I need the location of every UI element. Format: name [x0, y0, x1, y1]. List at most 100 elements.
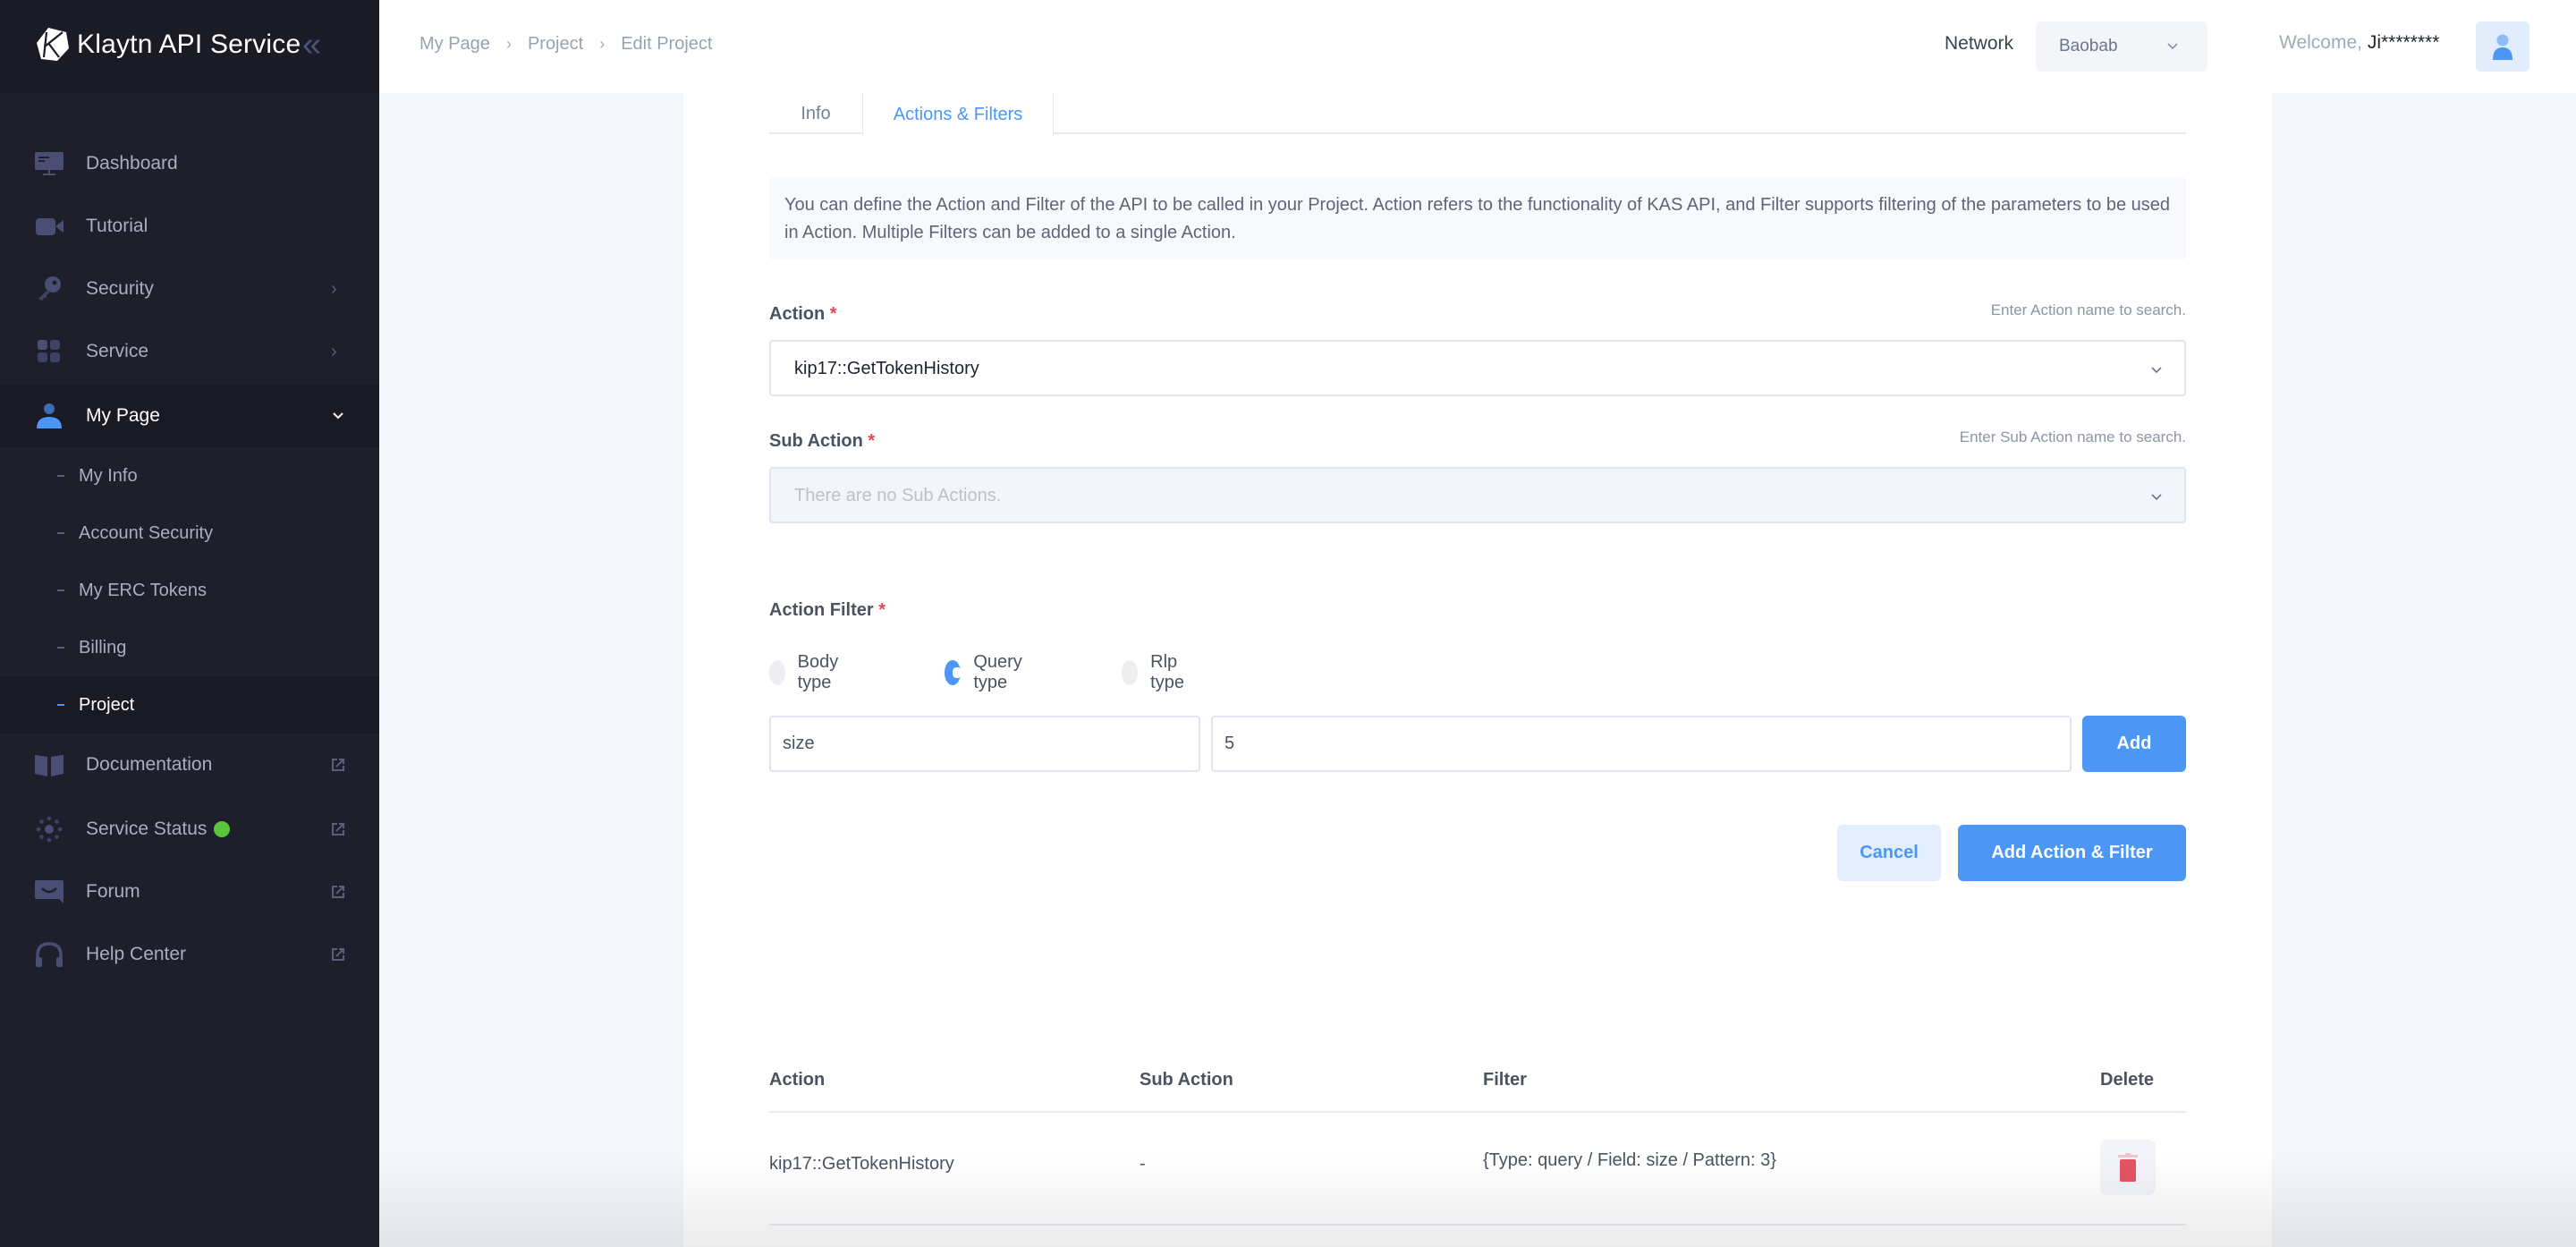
welcome-prefix: Welcome, — [2279, 32, 2362, 53]
chevron-right-icon: › — [331, 342, 337, 361]
sidebar-item-forum[interactable]: Forum — [0, 861, 379, 923]
sidebar-subitem-my-info[interactable]: My Info — [0, 447, 379, 505]
sidebar-item-tutorial[interactable]: Tutorial — [0, 195, 379, 258]
sidebar-item-label: Service Status — [86, 819, 208, 839]
sidebar-item-label: Forum — [86, 881, 140, 902]
headphones-icon — [36, 942, 63, 967]
sidebar-item-help-center[interactable]: Help Center — [0, 923, 379, 986]
column-header-action: Action — [769, 1070, 826, 1090]
user-icon — [37, 403, 62, 428]
breadcrumb: My Page › Project › Edit Project — [419, 34, 712, 55]
action-hint: Enter Action name to search. — [1990, 301, 2186, 318]
action-select[interactable]: kip17::GetTokenHistory — [769, 340, 2186, 396]
sidebar-item-label: Help Center — [86, 944, 187, 964]
top-header: My Page › Project › Edit Project Network… — [379, 0, 2576, 93]
sidebar-subitem-account-security[interactable]: Account Security — [0, 505, 379, 562]
breadcrumb-edit-project: Edit Project — [621, 34, 713, 54]
sidebar: Klaytn API Service « Dashboard Tutorial … — [0, 0, 379, 1247]
trash-icon — [2118, 1153, 2138, 1182]
sidebar-subitem-project[interactable]: Project — [0, 676, 379, 734]
sidebar-item-my-page[interactable]: My Page — [0, 385, 379, 447]
sun-status-icon — [36, 816, 63, 843]
sidebar-item-label: Service — [86, 341, 149, 361]
column-header-sub-action: Sub Action — [1140, 1070, 1233, 1090]
sub-action-hint: Enter Sub Action name to search. — [1959, 428, 2186, 445]
table-header-divider — [769, 1111, 2186, 1113]
sidebar-subitem-my-erc-tokens[interactable]: My ERC Tokens — [0, 562, 379, 619]
sidebar-subitem-label: My Info — [79, 465, 138, 486]
cancel-button[interactable]: Cancel — [1837, 825, 1941, 881]
chevron-right-icon: › — [505, 35, 512, 53]
tab-actions-filters[interactable]: Actions & Filters — [862, 93, 1054, 136]
dash-icon — [57, 704, 64, 706]
logo-bar: Klaytn API Service « — [0, 0, 379, 93]
external-link-icon — [332, 823, 344, 836]
external-link-icon — [332, 886, 344, 898]
radio-rlp-type[interactable]: Rlp type — [1122, 652, 1193, 692]
dash-icon — [57, 590, 64, 591]
sidebar-subitem-billing[interactable]: Billing — [0, 619, 379, 676]
required-marker: * — [829, 304, 837, 324]
sidebar-subitem-label: Project — [79, 694, 135, 715]
sidebar-item-documentation[interactable]: Documentation — [0, 734, 379, 796]
cell-filter: {Type: query / Field: size / Pattern: 3} — [1483, 1150, 1776, 1170]
sidebar-item-security[interactable]: Security › — [0, 258, 379, 320]
dash-icon — [57, 647, 64, 649]
edit-project-card: Info Actions & Filters You can define th… — [683, 93, 2272, 1247]
external-link-icon — [332, 948, 344, 961]
sidebar-item-label: Tutorial — [86, 216, 148, 236]
breadcrumb-project[interactable]: Project — [528, 34, 583, 55]
sub-action-label: Sub Action * — [769, 431, 875, 452]
radio-label: Body type — [797, 652, 839, 692]
delete-row-button[interactable] — [2100, 1140, 2156, 1195]
sidebar-item-label: Dashboard — [86, 153, 178, 174]
column-header-delete: Delete — [2100, 1070, 2155, 1090]
status-ok-indicator — [214, 821, 230, 837]
network-value: Baobab — [2059, 37, 2118, 55]
required-marker: * — [878, 600, 886, 620]
sidebar-item-label: Security — [86, 278, 154, 299]
collapse-sidebar-icon[interactable]: « — [302, 28, 329, 62]
filter-field-input[interactable] — [769, 716, 1200, 772]
chevron-right-icon: › — [599, 35, 606, 53]
user-icon — [2493, 34, 2512, 60]
external-link-icon — [332, 759, 344, 771]
add-action-filter-button[interactable]: Add Action & Filter — [1958, 825, 2186, 881]
cell-action: kip17::GetTokenHistory — [769, 1154, 954, 1174]
filter-pattern-input[interactable] — [1211, 716, 2072, 772]
sidebar-item-service-status[interactable]: Service Status — [0, 798, 379, 861]
sidebar-item-dashboard[interactable]: Dashboard — [0, 132, 379, 195]
klaytn-logo-icon — [37, 28, 69, 61]
network-select[interactable]: Baobab — [2036, 21, 2207, 72]
chevron-down-icon — [2151, 367, 2162, 374]
cell-sub-action: - — [1140, 1154, 1146, 1174]
radio-checked-icon — [945, 660, 962, 685]
radio-query-type[interactable]: Query type — [945, 652, 1030, 692]
network-label: Network — [1945, 33, 2014, 54]
sidebar-subitem-label: Billing — [79, 637, 127, 657]
sub-action-placeholder: There are no Sub Actions. — [794, 486, 1002, 505]
sidebar-item-label: Documentation — [86, 754, 213, 775]
action-filter-label: Action Filter * — [769, 600, 886, 621]
sub-action-select[interactable]: There are no Sub Actions. — [769, 467, 2186, 523]
table-row-divider — [769, 1224, 2186, 1226]
radio-body-type[interactable]: Body type — [769, 652, 848, 692]
dash-icon — [57, 532, 64, 534]
tab-bar: Info Actions & Filters — [769, 93, 2186, 136]
action-label-text: Action — [769, 304, 826, 324]
username: Ji******** — [2367, 32, 2440, 53]
tab-info[interactable]: Info — [769, 93, 862, 134]
add-filter-button[interactable]: Add — [2082, 716, 2186, 772]
user-avatar-button[interactable] — [2476, 21, 2529, 72]
sidebar-item-service[interactable]: Service › — [0, 320, 379, 383]
radio-label: Rlp type — [1150, 652, 1184, 692]
chat-icon — [35, 880, 64, 903]
app-title: Klaytn API Service — [77, 30, 301, 59]
chevron-down-icon — [2151, 494, 2162, 501]
radio-unchecked-icon — [1122, 660, 1139, 685]
welcome-text: Welcome, Ji******** — [2279, 32, 2439, 54]
info-description: You can define the Action and Filter of … — [769, 177, 2186, 259]
action-label: Action * — [769, 304, 837, 325]
key-icon — [38, 276, 61, 301]
breadcrumb-my-page[interactable]: My Page — [419, 34, 490, 55]
